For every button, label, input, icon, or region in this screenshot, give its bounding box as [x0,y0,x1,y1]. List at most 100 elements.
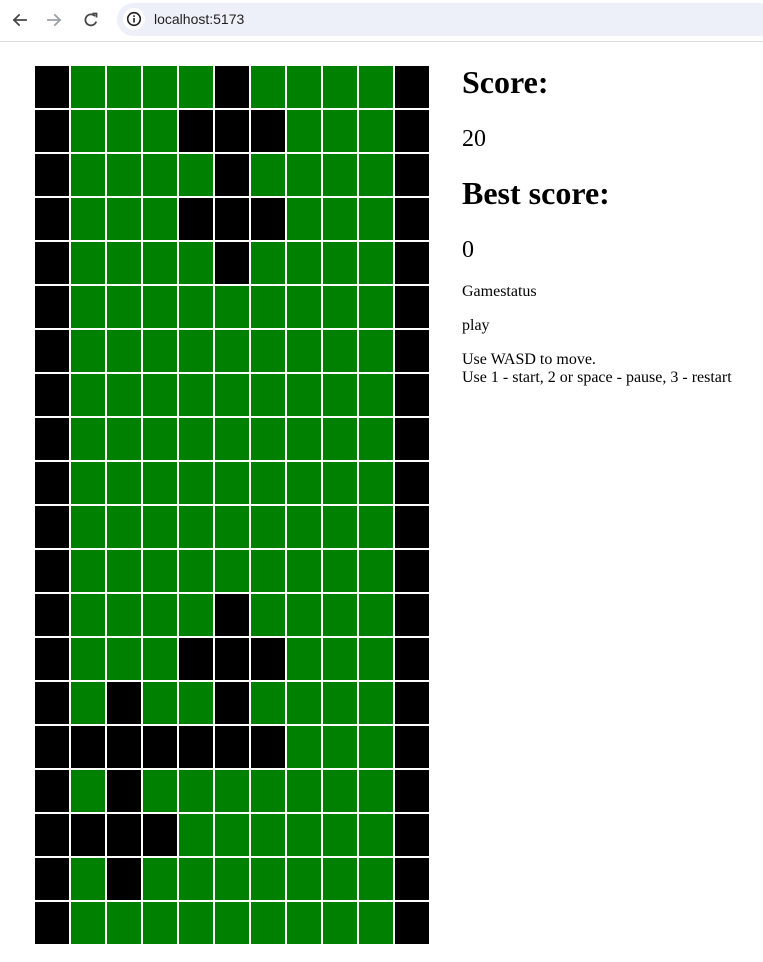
board-cell-empty [286,417,322,461]
board-cell-empty [142,153,178,197]
site-info-button[interactable] [123,8,145,30]
board-cell-empty [106,637,142,681]
board-cell-empty [70,285,106,329]
url-text: localhost:5173 [154,11,245,27]
board-cell-filled [394,461,430,505]
board-cell-filled [34,857,70,901]
board-cell-empty [250,241,286,285]
board-cell-empty [286,813,322,857]
board-cell-empty [286,109,322,153]
board-cell-empty [286,153,322,197]
board-cell-empty [286,373,322,417]
board-cell-empty [250,373,286,417]
controls-help-keys: Use 1 - start, 2 or space - pause, 3 - r… [462,369,732,386]
board-cell-empty [250,329,286,373]
board-cell-empty [142,65,178,109]
board-cell-empty [214,373,250,417]
board-cell-empty [142,197,178,241]
board-cell-filled [142,725,178,769]
board-cell-filled [34,901,70,945]
address-bar[interactable]: localhost:5173 [117,3,763,36]
board-cell-empty [250,65,286,109]
board-cell-filled [394,637,430,681]
board-cell-empty [70,681,106,725]
board-cell-empty [106,505,142,549]
board-cell-filled [250,637,286,681]
reload-button[interactable] [80,9,102,31]
board-cell-empty [142,593,178,637]
board-cell-filled [394,241,430,285]
board-cell-empty [286,461,322,505]
board-cell-empty [250,769,286,813]
board-cell-empty [358,901,394,945]
board-cell-empty [214,901,250,945]
board-cell-filled [34,241,70,285]
board-cell-empty [106,417,142,461]
board-cell-empty [286,505,322,549]
board-cell-filled [394,153,430,197]
board-cell-filled [394,329,430,373]
board-cell-empty [142,285,178,329]
board-cell-empty [322,857,358,901]
board-cell-filled [214,241,250,285]
board-cell-empty [286,593,322,637]
board-cell-empty [358,637,394,681]
board-cell-empty [70,109,106,153]
board-cell-empty [142,857,178,901]
board-cell-empty [178,329,214,373]
board-cell-empty [178,373,214,417]
board-cell-empty [322,285,358,329]
board-cell-filled [394,593,430,637]
board-cell-empty [70,637,106,681]
board-cell-empty [142,769,178,813]
board-cell-empty [358,593,394,637]
board-cell-empty [106,461,142,505]
board-cell-empty [70,373,106,417]
board-cell-empty [358,769,394,813]
board-cell-empty [178,65,214,109]
board-cell-filled [394,857,430,901]
board-cell-empty [358,373,394,417]
board-cell-empty [322,153,358,197]
board-cell-empty [358,197,394,241]
board-cell-empty [178,549,214,593]
board-cell-empty [142,109,178,153]
board-cell-filled [106,725,142,769]
board-cell-empty [250,857,286,901]
board-cell-filled [394,813,430,857]
board-cell-filled [394,769,430,813]
board-cell-empty [322,109,358,153]
board-cell-filled [34,153,70,197]
board-cell-empty [142,241,178,285]
info-panel: Score: 20 Best score: 0 Gamestatus play … [462,62,762,387]
board-cell-filled [394,549,430,593]
board-cell-empty [250,549,286,593]
back-button[interactable] [8,9,30,31]
board-cell-empty [70,901,106,945]
board-cell-empty [358,153,394,197]
board-cell-empty [358,65,394,109]
best-score-heading: Best score: [462,175,610,211]
board-cell-empty [358,109,394,153]
board-cell-empty [286,241,322,285]
board-cell-empty [214,857,250,901]
forward-button[interactable] [44,9,66,31]
board-cell-empty [70,417,106,461]
board-cell-empty [178,813,214,857]
board-cell-empty [178,153,214,197]
board-cell-empty [178,769,214,813]
board-cell-filled [34,681,70,725]
board-cell-filled [214,725,250,769]
board-cell-empty [358,813,394,857]
board-cell-empty [358,505,394,549]
board-cell-filled [34,373,70,417]
score-heading: Score: [462,64,549,100]
board-cell-filled [250,725,286,769]
board-cell-empty [178,505,214,549]
board-cell-empty [322,373,358,417]
game-board [34,65,430,945]
board-cell-empty [70,197,106,241]
board-cell-empty [286,681,322,725]
board-cell-empty [70,549,106,593]
board-cell-empty [322,901,358,945]
